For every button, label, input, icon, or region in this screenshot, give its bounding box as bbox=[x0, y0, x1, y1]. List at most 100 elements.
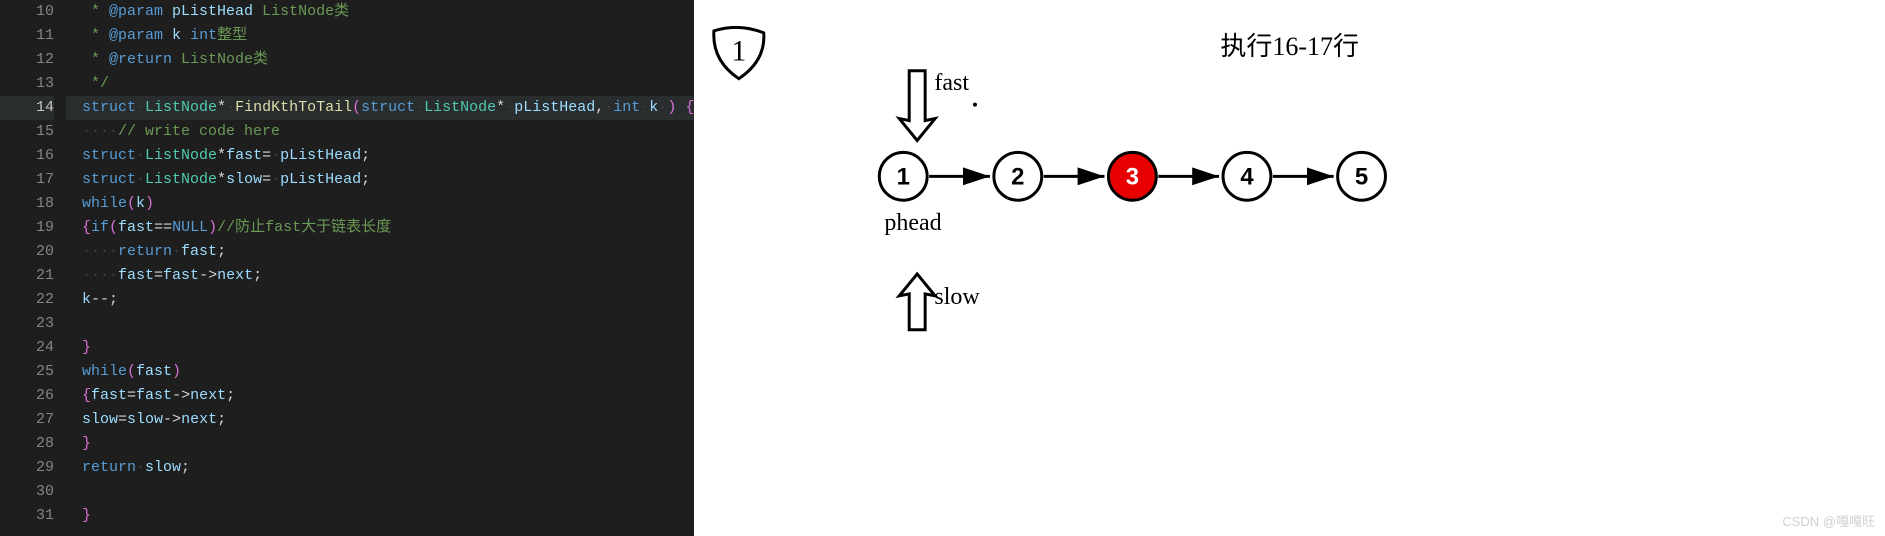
code-line[interactable]: } bbox=[82, 432, 694, 456]
code-line[interactable]: struct·ListNode*slow=·pListHead; bbox=[82, 168, 694, 192]
code-token: slow bbox=[82, 411, 118, 428]
code-token: } bbox=[82, 435, 91, 452]
code-line[interactable]: ····// write code here bbox=[82, 120, 694, 144]
slow-arrow-icon bbox=[900, 274, 936, 330]
code-token: == bbox=[154, 219, 172, 236]
code-token: int bbox=[190, 27, 217, 44]
code-token: @param bbox=[109, 27, 163, 44]
code-line[interactable]: {fast=fast->next; bbox=[82, 384, 694, 408]
code-token: next bbox=[190, 387, 226, 404]
line-number: 12 bbox=[0, 48, 54, 72]
code-token: ) bbox=[208, 219, 217, 236]
code-token: pListHead bbox=[514, 99, 595, 116]
code-token: = bbox=[154, 267, 163, 284]
code-line[interactable]: k--; bbox=[82, 288, 694, 312]
list-node-value: 1 bbox=[897, 163, 910, 190]
code-token: ; bbox=[217, 243, 226, 260]
code-token bbox=[181, 27, 190, 44]
code-line[interactable]: ····return·fast; bbox=[82, 240, 694, 264]
code-token: ( bbox=[127, 363, 136, 380]
code-token: slow bbox=[127, 411, 163, 428]
code-line[interactable]: */ bbox=[82, 72, 694, 96]
code-token: ···· bbox=[82, 267, 118, 284]
line-number: 17 bbox=[0, 168, 54, 192]
code-token: · bbox=[226, 99, 235, 116]
line-number-gutter: 1011121314151617181920212223242526272829… bbox=[0, 0, 66, 536]
code-token bbox=[676, 99, 685, 116]
code-token: */ bbox=[82, 75, 109, 92]
code-token: struct bbox=[82, 147, 136, 164]
code-editor[interactable]: 1011121314151617181920212223242526272829… bbox=[0, 0, 694, 536]
code-token: ; bbox=[253, 267, 262, 284]
code-token: if bbox=[91, 219, 109, 236]
code-token: = bbox=[262, 147, 271, 164]
code-token: ; bbox=[361, 171, 370, 188]
code-token: fast bbox=[118, 219, 154, 236]
code-token: fast bbox=[91, 387, 127, 404]
code-token: fast bbox=[163, 267, 199, 284]
line-number: 25 bbox=[0, 360, 54, 384]
line-number: 22 bbox=[0, 288, 54, 312]
code-line[interactable]: } bbox=[82, 504, 694, 528]
code-token: ···· bbox=[82, 243, 118, 260]
code-token: · bbox=[271, 171, 280, 188]
line-number: 30 bbox=[0, 480, 54, 504]
code-token: · bbox=[136, 99, 145, 116]
code-token: return bbox=[82, 459, 136, 476]
code-token: ListNode bbox=[145, 171, 217, 188]
line-number: 26 bbox=[0, 384, 54, 408]
code-line[interactable]: slow=slow->next; bbox=[82, 408, 694, 432]
line-number: 16 bbox=[0, 144, 54, 168]
code-token: · bbox=[271, 147, 280, 164]
line-number: 28 bbox=[0, 432, 54, 456]
code-line[interactable]: {if(fast==NULL)//防止fast大于链表长度 bbox=[82, 216, 694, 240]
line-number: 21 bbox=[0, 264, 54, 288]
code-line[interactable]: } bbox=[82, 336, 694, 360]
code-line[interactable]: while(fast) bbox=[82, 360, 694, 384]
code-line[interactable]: * @param k int整型 bbox=[82, 24, 694, 48]
code-line[interactable]: * @param pListHead ListNode类 bbox=[82, 0, 694, 24]
line-number: 15 bbox=[0, 120, 54, 144]
code-token: * bbox=[82, 27, 109, 44]
code-token: * bbox=[496, 99, 505, 116]
code-token: next bbox=[217, 267, 253, 284]
code-token: struct bbox=[82, 171, 136, 188]
code-token: = bbox=[262, 171, 271, 188]
code-area[interactable]: * @param pListHead ListNode类 * @param k … bbox=[66, 0, 694, 536]
code-token: · bbox=[136, 171, 145, 188]
code-token: pListHead bbox=[172, 3, 253, 20]
code-token: int bbox=[613, 99, 640, 116]
code-token: NULL bbox=[172, 219, 208, 236]
code-token: while bbox=[82, 363, 127, 380]
code-token: fast bbox=[226, 147, 262, 164]
code-line[interactable]: return·slow; bbox=[82, 456, 694, 480]
code-line[interactable]: * @return ListNode类 bbox=[82, 48, 694, 72]
code-token: ) bbox=[145, 195, 154, 212]
code-token: @param bbox=[109, 3, 163, 20]
code-token: · bbox=[505, 99, 514, 116]
code-token: k bbox=[172, 27, 181, 44]
code-line[interactable]: ····fast=fast->next; bbox=[82, 264, 694, 288]
code-token: slow bbox=[145, 459, 181, 476]
watermark: CSDN @嘎嘎旺 bbox=[1782, 511, 1875, 530]
code-line[interactable] bbox=[82, 480, 694, 504]
code-line[interactable]: while(k) bbox=[82, 192, 694, 216]
code-token: · bbox=[640, 99, 649, 116]
code-line[interactable]: struct·ListNode*fast=·pListHead; bbox=[82, 144, 694, 168]
code-token: , bbox=[595, 99, 604, 116]
code-token: { bbox=[685, 99, 694, 116]
code-token: -> bbox=[172, 387, 190, 404]
code-token: fast bbox=[181, 243, 217, 260]
code-token: -> bbox=[163, 411, 181, 428]
code-line[interactable] bbox=[82, 312, 694, 336]
code-token: ; bbox=[181, 459, 190, 476]
code-token: · bbox=[172, 243, 181, 260]
code-token: return bbox=[118, 243, 172, 260]
root: 1011121314151617181920212223242526272829… bbox=[0, 0, 1885, 536]
code-token: * bbox=[217, 99, 226, 116]
code-token: = bbox=[118, 411, 127, 428]
code-line[interactable]: struct·ListNode*·FindKthToTail(struct·Li… bbox=[66, 96, 694, 120]
code-token: · bbox=[136, 147, 145, 164]
line-number: 29 bbox=[0, 456, 54, 480]
code-token: ; bbox=[226, 387, 235, 404]
